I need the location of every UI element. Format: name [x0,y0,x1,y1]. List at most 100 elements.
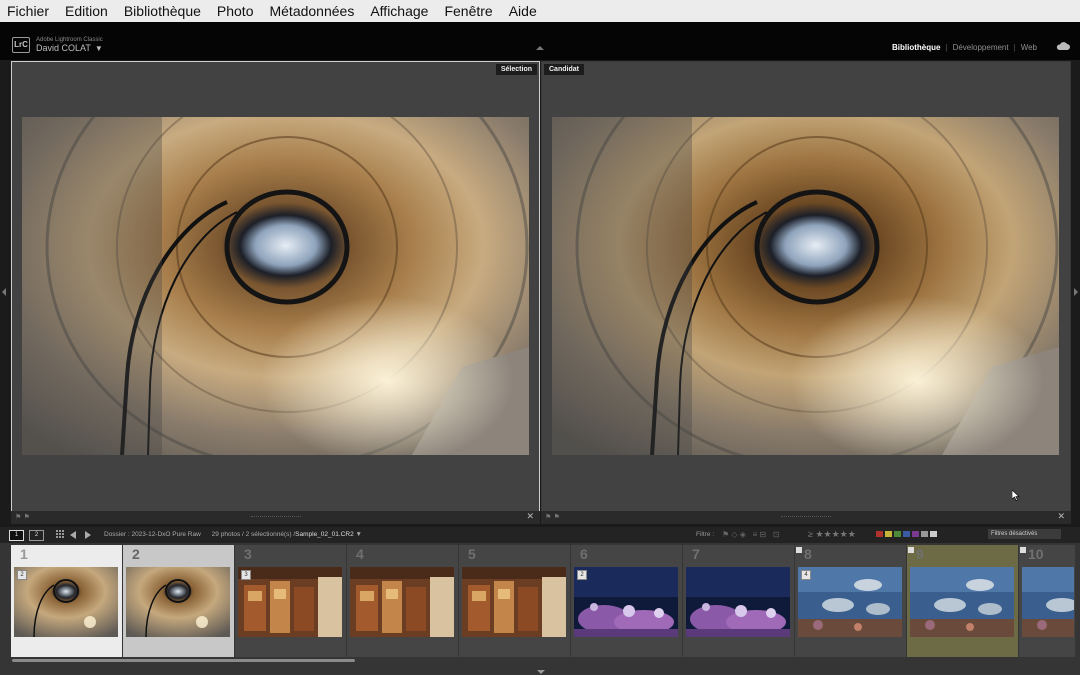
filmstrip-cell[interactable]: 9 [907,545,1018,657]
thumbnail[interactable]: 4 [798,567,902,637]
menu-aide[interactable]: Aide [509,0,537,22]
flag-icon[interactable]: ⚑ ⚑ [15,513,30,521]
lrc-logo: LrC [12,37,30,53]
color-swatch[interactable] [885,531,892,537]
staircase-photo [22,117,529,455]
module-library[interactable]: Bibliothèque [887,43,945,52]
color-swatch[interactable] [912,531,919,537]
folder-path: Dossier : 2023-12-DxO Pure Raw [104,531,201,538]
flag-filter-icon[interactable]: ⚑ ◇ ◈ ≡ ⊟ ⊡ [722,530,780,539]
user-menu[interactable]: David COLAT ▼ [36,43,103,53]
thumbnail[interactable]: 2 [14,567,118,637]
caret-down-icon: ▼ [94,44,103,53]
close-icon[interactable]: ✕ [526,512,534,522]
left-panel-toggle[interactable] [0,60,10,525]
rating-dots[interactable] [251,516,301,519]
flag-icon[interactable]: ⚑ ⚑ [545,513,560,521]
filmstrip-cell[interactable]: 5 [459,545,570,657]
module-develop[interactable]: Développement [948,43,1014,52]
cell-index: 1 [20,546,28,562]
color-swatch[interactable] [876,531,883,537]
cloud-icon[interactable] [1056,42,1070,50]
stack-count-badge[interactable]: 2 [17,570,27,580]
thumbnail-image [1022,567,1074,637]
menu-fenetre[interactable]: Fenêtre [444,0,492,22]
filmstrip-toolbar: 1 2 Dossier : 2023-12-DxO Pure Raw 29 ph… [0,527,1080,543]
stack-count-badge[interactable]: 3 [241,570,251,580]
color-label-filter[interactable] [876,531,939,537]
thumbnail[interactable] [350,567,454,637]
thumbnail-image [910,567,1014,637]
collapse-filmstrip-icon[interactable] [537,670,545,674]
thumbnail[interactable] [462,567,566,637]
rating-filter[interactable]: ≥ ★★★★★ [808,529,856,540]
menu-affichage[interactable]: Affichage [370,0,428,22]
grid-view-icon[interactable] [56,530,65,539]
color-swatch[interactable] [930,531,937,537]
filmstrip-cell[interactable]: 12 [11,545,122,657]
select-pane[interactable]: Sélection [11,61,540,512]
back-arrow-icon[interactable] [70,531,76,539]
thumbnail[interactable] [910,567,1014,637]
color-swatch[interactable] [903,531,910,537]
filmstrip-cell[interactable]: 10 [1019,545,1075,657]
user-name: David COLAT [36,43,91,53]
filmstrip-cell[interactable]: 84 [795,545,906,657]
secondary-monitor-button[interactable]: 2 [29,530,44,541]
cell-index: 7 [692,546,700,562]
menu-edition[interactable]: Edition [65,0,108,22]
right-panel-toggle[interactable] [1070,60,1080,525]
color-swatch[interactable] [894,531,901,537]
thumbnail[interactable] [686,567,790,637]
primary-monitor-button[interactable]: 1 [9,530,24,541]
module-web[interactable]: Web [1016,43,1042,52]
filter-label: Filtre : [696,531,715,538]
menu-photo[interactable]: Photo [217,0,254,22]
menu-metadonnees[interactable]: Métadonnées [269,0,354,22]
cell-index: 10 [1028,546,1044,562]
candidate-label: Candidat [544,64,584,75]
menu-bar: Fichier Edition Bibliothèque Photo Métad… [0,0,1080,22]
thumbnail-image [462,567,566,637]
candidate-pane-footer: ⚑ ⚑ ✕ [541,511,1071,524]
filter-preset-select[interactable]: Filtres désactivés [988,529,1061,539]
identity-plate: LrC Adobe Lightroom Classic David COLAT ▼… [0,22,1080,60]
thumbnail-image [14,567,118,637]
stack-count-badge[interactable]: 2 [577,570,587,580]
pick-flag-icon[interactable] [908,547,914,553]
pick-flag-icon[interactable] [1020,547,1026,553]
mouse-cursor-icon [1012,490,1020,501]
caret-down-icon: ▼ [355,531,362,538]
menu-fichier[interactable]: Fichier [7,0,49,22]
collapse-top-panel-icon[interactable] [536,46,544,50]
staircase-photo [552,117,1059,455]
filmstrip-cell[interactable]: 4 [347,545,458,657]
thumbnail[interactable]: 2 [574,567,678,637]
filmstrip-cell[interactable]: 7 [683,545,794,657]
cell-index: 5 [468,546,476,562]
cell-index: 6 [580,546,588,562]
cell-index: 4 [356,546,364,562]
source-indicator[interactable]: Dossier : 2023-12-DxO Pure Raw 29 photos… [104,531,362,538]
cell-index: 8 [804,546,812,562]
candidate-photo[interactable] [552,117,1059,455]
rating-dots[interactable] [781,516,831,519]
filmstrip-cell[interactable]: 33 [235,545,346,657]
forward-arrow-icon[interactable] [85,531,91,539]
stack-count-badge[interactable]: 4 [801,570,811,580]
filmstrip-cell[interactable]: 62 [571,545,682,657]
filmstrip[interactable]: 10 9 8 4 7 6 2 5 4 3 3 2 1 2 [0,543,1080,675]
thumbnail[interactable] [1022,567,1074,637]
menu-bibliotheque[interactable]: Bibliothèque [124,0,201,22]
pick-flag-icon[interactable] [796,547,802,553]
thumbnail[interactable]: 3 [238,567,342,637]
select-pane-footer: ⚑ ⚑ ✕ [11,511,540,524]
color-swatch[interactable] [921,531,928,537]
filmstrip-scrollbar[interactable] [12,659,355,662]
filmstrip-cell[interactable]: 2 [123,545,234,657]
select-label: Sélection [495,64,537,75]
close-icon[interactable]: ✕ [1057,512,1065,522]
thumbnail[interactable] [126,567,230,637]
select-photo[interactable] [22,117,529,455]
candidate-pane[interactable]: Candidat [541,61,1071,512]
